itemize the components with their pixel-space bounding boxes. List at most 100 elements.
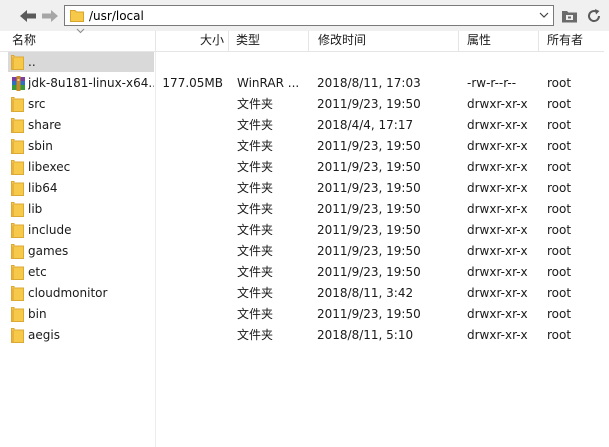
file-name: cloudmonitor [28,286,108,300]
path-input[interactable] [89,7,529,24]
column-type[interactable]: 类型 [236,31,260,51]
file-modified: 2018/8/11, 5:10 [317,328,414,342]
file-permissions: drwxr-xr-x [467,139,528,153]
file-modified: 2011/9/23, 19:50 [317,202,421,216]
sort-ascending-icon [76,28,85,34]
refresh-button[interactable] [584,6,604,26]
file-type: 文件夹 [237,139,274,153]
path-dropdown-button[interactable] [538,9,550,21]
file-permissions: drwxr-xr-x [467,328,528,342]
file-owner: root [547,76,572,90]
file-owner: root [547,181,572,195]
folder-action-icon [562,10,577,22]
folder-icon [11,181,24,196]
file-name: games [28,244,69,258]
file-name: libexec [28,160,71,174]
file-permissions: drwxr-xr-x [467,265,528,279]
file-size [156,262,223,283]
file-size [156,94,223,115]
forward-arrow-icon [42,10,58,22]
file-row[interactable]: lib64 文件夹 2011/9/23, 19:50 drwxr-xr-x root [0,178,609,199]
file-name: etc [28,265,47,279]
file-name: bin [28,307,47,321]
file-type: 文件夹 [237,244,274,258]
column-permissions[interactable]: 属性 [467,31,491,51]
file-owner: root [547,328,572,342]
column-divider[interactable] [538,31,539,51]
file-permissions: -rw-r--r-- [467,76,517,90]
file-modified: 2018/8/11, 17:03 [317,76,421,90]
folder-icon [11,286,24,301]
file-type: 文件夹 [237,328,274,342]
file-size: 177.05MB [162,76,223,90]
file-permissions: drwxr-xr-x [467,286,528,300]
column-size[interactable]: 大小 [200,31,224,51]
file-owner: root [547,118,572,132]
file-row[interactable]: cloudmonitor 文件夹 2018/8/11, 3:42 drwxr-xr-x… [0,283,609,304]
file-type: 文件夹 [237,286,274,300]
file-row[interactable]: src 文件夹 2011/9/23, 19:50 drwxr-xr-x root [0,94,609,115]
file-name: lib [28,202,43,216]
file-permissions: drwxr-xr-x [467,118,528,132]
column-header: 名称 大小 类型 修改时间 属性 所有者 [0,28,609,52]
file-row[interactable]: libexec 文件夹 2011/9/23, 19:50 drwxr-xr-x root [0,157,609,178]
file-modified: 2018/4/4, 17:17 [317,118,414,132]
file-modified: 2018/8/11, 3:42 [317,286,414,300]
file-modified [317,52,457,73]
file-owner: root [547,97,572,111]
file-row[interactable]: bin 文件夹 2011/9/23, 19:50 drwxr-xr-x root [0,304,609,325]
file-name: lib64 [28,181,58,195]
file-owner: root [547,139,572,153]
file-name: sbin [28,139,53,153]
file-permissions: drwxr-xr-x [467,160,528,174]
file-row[interactable]: aegis 文件夹 2018/8/11, 5:10 drwxr-xr-x root [0,325,609,346]
file-name: src [28,97,46,111]
file-owner: root [547,265,572,279]
file-size [156,157,223,178]
file-row[interactable]: jdk-8u181-linux-x64... 177.05MB WinRAR ...… [0,73,609,94]
file-modified: 2011/9/23, 19:50 [317,265,421,279]
file-permissions: drwxr-xr-x [467,244,528,258]
folder-icon [11,223,24,238]
file-row[interactable]: share 文件夹 2018/4/4, 17:17 drwxr-xr-x root [0,115,609,136]
file-name: include [28,223,72,237]
new-folder-button[interactable] [560,6,580,26]
file-modified: 2011/9/23, 19:50 [317,181,421,195]
file-name: jdk-8u181-linux-x64... [28,76,154,90]
file-owner [547,52,603,73]
file-row[interactable]: sbin 文件夹 2011/9/23, 19:50 drwxr-xr-x root [0,136,609,157]
column-divider[interactable] [155,31,156,51]
file-row[interactable]: lib 文件夹 2011/9/23, 19:50 drwxr-xr-x root [0,199,609,220]
path-bar[interactable] [64,5,554,26]
refresh-icon [588,9,601,22]
column-divider[interactable] [228,31,229,51]
archive-icon [12,76,25,91]
column-name[interactable]: 名称 [12,31,36,51]
file-permissions: drwxr-xr-x [467,97,528,111]
file-type: 文件夹 [237,202,274,216]
folder-icon [11,97,24,112]
folder-icon [11,55,24,70]
folder-icon [11,139,24,154]
file-row[interactable]: etc 文件夹 2011/9/23, 19:50 drwxr-xr-x root [0,262,609,283]
parent-directory-row[interactable]: .. [0,52,609,73]
file-modified: 2011/9/23, 19:50 [317,160,421,174]
column-owner[interactable]: 所有者 [547,31,583,51]
file-row[interactable]: include 文件夹 2011/9/23, 19:50 drwxr-xr-x root [0,220,609,241]
column-divider[interactable] [458,31,459,51]
column-modified[interactable]: 修改时间 [318,31,366,51]
file-type: 文件夹 [237,118,274,132]
file-name: aegis [28,328,60,342]
back-button[interactable] [18,6,38,26]
file-owner: root [547,223,572,237]
toolbar [0,0,609,32]
file-modified: 2011/9/23, 19:50 [317,244,421,258]
file-type: 文件夹 [237,223,274,237]
file-modified: 2011/9/23, 19:50 [317,97,421,111]
file-name: .. [28,55,36,69]
forward-button[interactable] [40,6,60,26]
folder-icon [11,118,24,133]
column-divider[interactable] [308,31,309,51]
folder-icon [11,328,24,343]
file-row[interactable]: games 文件夹 2011/9/23, 19:50 drwxr-xr-x root [0,241,609,262]
